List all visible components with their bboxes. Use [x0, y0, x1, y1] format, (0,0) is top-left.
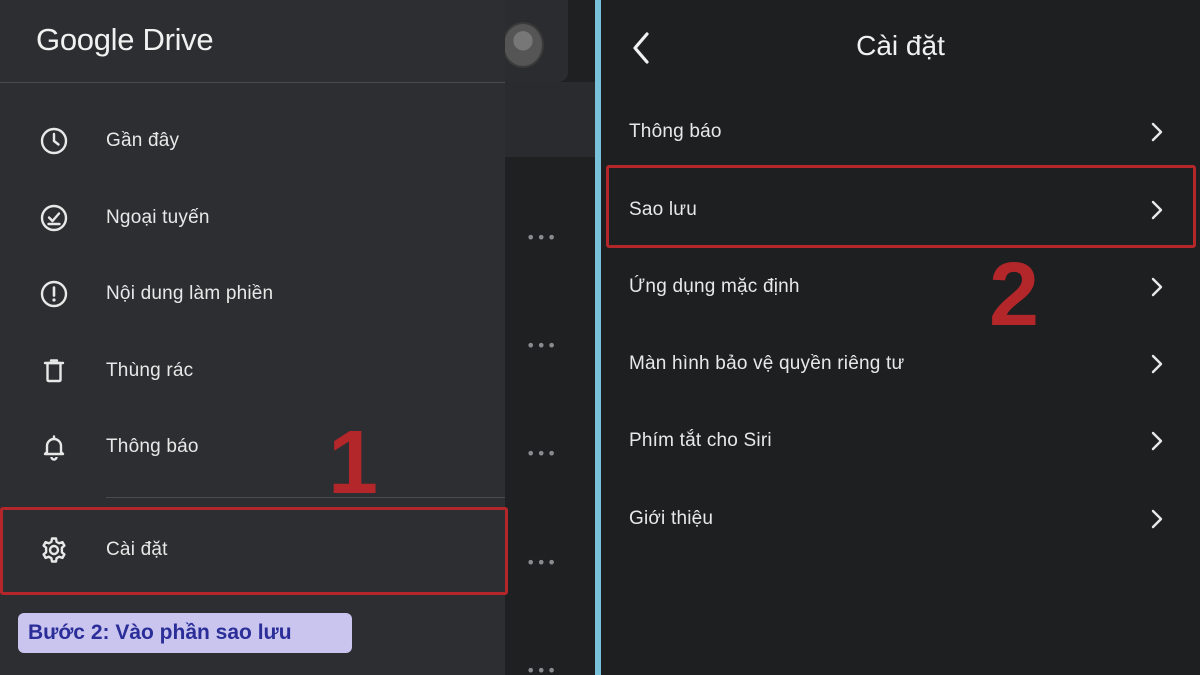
nav-item-spam[interactable]: Nội dung làm phiền [0, 259, 505, 329]
alert-circle-icon [38, 278, 70, 310]
more-options-icon[interactable]: ••• [526, 230, 557, 246]
step-caption: Bước 2: Vào phần sao lưu [18, 613, 352, 653]
settings-row-label: Màn hình bảo vệ quyền riêng tư [629, 353, 905, 374]
step-number-2: 2 [989, 245, 1040, 345]
settings-row-siri-shortcuts[interactable]: Phím tắt cho Siri [601, 405, 1200, 477]
settings-row-default-apps[interactable]: Ứng dụng mặc định [601, 251, 1200, 323]
nav-item-notifications[interactable]: Thông báo [0, 412, 505, 482]
settings-row-label: Thông báo [629, 121, 722, 142]
settings-row-notifications[interactable]: Thông báo [601, 96, 1200, 168]
nav-item-label: Ngoại tuyến [106, 207, 210, 228]
chevron-right-icon [1151, 277, 1163, 297]
clock-icon [38, 125, 70, 157]
chevron-right-icon [1151, 509, 1163, 529]
more-options-icon[interactable]: ••• [526, 663, 557, 675]
highlight-box-backup [606, 165, 1196, 248]
more-options-icon[interactable]: ••• [526, 446, 557, 462]
drive-left-screen: ••• ••• ••• ••• ••• Google Drive Gần đây… [0, 0, 600, 675]
bell-icon [38, 431, 70, 463]
more-options-icon[interactable]: ••• [526, 555, 557, 571]
chevron-right-icon [1151, 122, 1163, 142]
chevron-right-icon [1151, 354, 1163, 374]
settings-row-privacy-screen[interactable]: Màn hình bảo vệ quyền riêng tư [601, 328, 1200, 400]
drawer-divider [106, 497, 505, 498]
app-brand-title: Google Drive [36, 22, 214, 57]
more-options-icon[interactable]: ••• [526, 338, 557, 354]
offline-check-icon [38, 202, 70, 234]
nav-item-label: Thùng rác [106, 360, 194, 381]
nav-item-label: Gần đây [106, 130, 180, 151]
drawer-header: Google Drive [0, 0, 505, 83]
nav-item-trash[interactable]: Thùng rác [0, 336, 505, 406]
trash-icon [38, 355, 70, 387]
highlight-box-settings [0, 507, 508, 595]
chevron-right-icon [1151, 431, 1163, 451]
page-title: Cài đặt [856, 30, 945, 61]
settings-row-label: Giới thiệu [629, 508, 714, 529]
settings-screen: Cài đặt Thông báo Sao lưu Ứng dụng mặc đ… [601, 0, 1200, 675]
settings-row-about[interactable]: Giới thiệu [601, 483, 1200, 555]
avatar[interactable] [502, 22, 544, 68]
nav-item-label: Nội dung làm phiền [106, 283, 274, 304]
background-band [505, 82, 595, 157]
step-number-1: 1 [328, 413, 379, 513]
nav-item-recent[interactable]: Gần đây [0, 106, 505, 176]
settings-row-label: Phím tắt cho Siri [629, 430, 772, 451]
nav-item-label: Thông báo [106, 436, 199, 457]
nav-item-offline[interactable]: Ngoại tuyến [0, 183, 505, 253]
step-caption-text: Bước 2: Vào phần sao lưu [28, 621, 292, 644]
settings-row-label: Ứng dụng mặc định [629, 276, 800, 297]
